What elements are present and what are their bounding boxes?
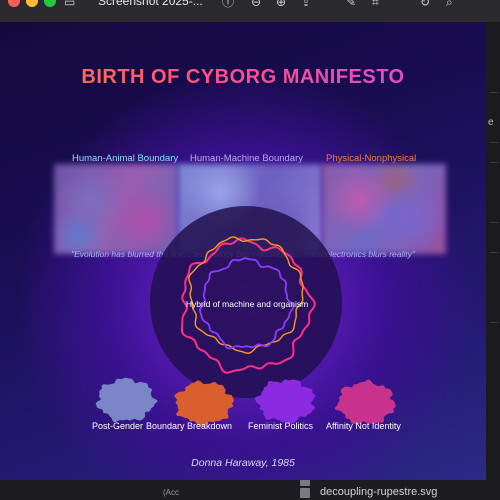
- window-titlebar: ▭ Screenshot 2025-... ⓘ ⊖ ⊕ ⇪ ✎ ⌗ ↻ ⌕: [0, 0, 500, 23]
- theme-label-feminist-politics: Feminist Politics: [248, 421, 314, 431]
- file-list-item[interactable]: decoupling-rupestre.svg: [288, 486, 486, 500]
- core-label: Hybrid of machine and organism: [185, 299, 309, 309]
- rotate-icon[interactable]: ↻: [420, 0, 430, 8]
- theme-label-boundary-breakdown: Boundary Breakdown: [146, 421, 233, 431]
- theme-blob-affinity-not-identity: [334, 379, 396, 425]
- file-name: decoupling-rupestre.svg: [320, 486, 438, 498]
- artwork-canvas: BIRTH OF CYBORG MANIFESTO Human-Animal B…: [0, 22, 486, 480]
- background-text-fragment: e: [488, 117, 494, 128]
- close-window-button[interactable]: [8, 0, 20, 7]
- edit-icon[interactable]: ⌗: [372, 0, 379, 8]
- background-text-fragment: (Acc: [163, 488, 179, 497]
- zoom-window-button[interactable]: [44, 0, 56, 7]
- author-credit: Donna Haraway, 1985: [191, 457, 295, 469]
- zoom-in-icon[interactable]: ⊕: [276, 0, 286, 8]
- window-title: Screenshot 2025-...: [98, 0, 203, 8]
- sidebar-icon[interactable]: ▭: [64, 0, 75, 8]
- theme-label-post-gender: Post-Gender: [92, 421, 144, 431]
- zoom-out-icon[interactable]: ⊖: [251, 0, 261, 8]
- theme-label-affinity-not-identity: Affinity Not Identity: [326, 421, 401, 431]
- cyborg-core-graphic: [95, 206, 396, 427]
- search-icon[interactable]: ⌕: [446, 0, 453, 8]
- markup-icon[interactable]: ✎: [346, 0, 356, 8]
- file-icon: [300, 488, 310, 498]
- share-icon[interactable]: ⇪: [301, 0, 311, 8]
- info-icon[interactable]: ⓘ: [222, 0, 234, 8]
- theme-blob-post-gender: [95, 377, 158, 423]
- background-app-panel: [486, 22, 500, 500]
- minimize-window-button[interactable]: [26, 0, 38, 7]
